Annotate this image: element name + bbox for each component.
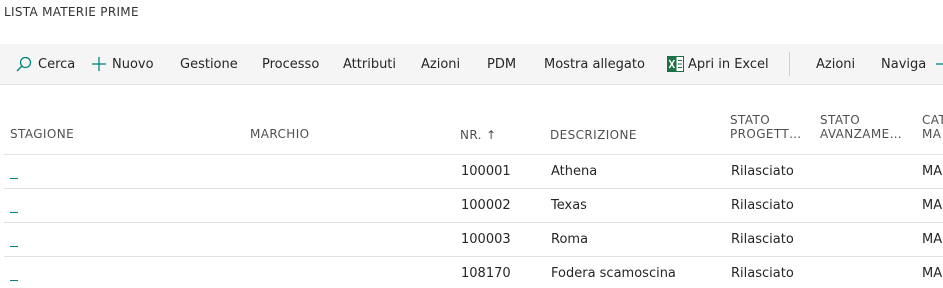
menu-actions[interactable]: Azioni xyxy=(421,44,460,84)
column-header-number[interactable]: NR. ↑ xyxy=(460,128,497,142)
column-header-description[interactable]: DESCRIZIONE xyxy=(550,128,637,142)
cell-description: Texas xyxy=(551,198,587,213)
column-header-season[interactable]: STAGIONE xyxy=(10,127,74,141)
column-header-progress-status-line2: AVANZAME… xyxy=(820,127,903,141)
cell-category: MA xyxy=(922,198,943,213)
column-header-category-line2: MA xyxy=(922,127,942,141)
menu-attributes[interactable]: Attributi xyxy=(343,44,396,84)
column-header-project-status-line1: STATO xyxy=(730,113,771,127)
season-empty-marker[interactable] xyxy=(10,212,18,213)
overflow-icon xyxy=(936,63,943,65)
row-divider xyxy=(4,188,943,189)
cell-project-status: Rilasciato xyxy=(731,232,794,247)
cell-category: MA xyxy=(922,232,943,247)
more-overflow-button[interactable] xyxy=(936,44,943,84)
column-header-project-status[interactable]: STATO PROGETT… xyxy=(730,113,802,141)
plus-icon xyxy=(92,57,106,71)
search-label: Cerca xyxy=(38,56,76,72)
new-label: Nuovo xyxy=(112,56,154,72)
row-divider xyxy=(4,256,943,257)
menu-actions-secondary[interactable]: Azioni xyxy=(816,44,855,84)
season-empty-marker[interactable] xyxy=(10,178,18,179)
cell-number[interactable]: 100001 xyxy=(461,164,511,179)
show-attachment-button[interactable]: Mostra allegato xyxy=(544,44,645,84)
column-header-project-status-line2: PROGETT… xyxy=(730,127,802,141)
action-bar: Cerca Nuovo Gestione Processo Attributi … xyxy=(0,44,943,85)
open-in-excel-label: Apri in Excel xyxy=(688,56,769,72)
search-icon xyxy=(16,56,32,72)
header-divider xyxy=(4,154,943,155)
cell-number[interactable]: 100003 xyxy=(461,232,511,247)
menu-manage[interactable]: Gestione xyxy=(180,44,238,84)
page-title: LISTA MATERIE PRIME xyxy=(4,5,139,19)
cell-description: Athena xyxy=(551,164,598,179)
column-header-brand[interactable]: MARCHIO xyxy=(250,127,310,141)
column-header-category[interactable]: CAT MA xyxy=(922,113,943,141)
cell-project-status: Rilasciato xyxy=(731,164,794,179)
new-button[interactable]: Nuovo xyxy=(91,44,154,84)
cell-project-status: Rilasciato xyxy=(731,266,794,281)
column-header-category-line1: CAT xyxy=(922,113,943,127)
menu-process[interactable]: Processo xyxy=(262,44,319,84)
column-header-progress-status-line1: STATO xyxy=(820,113,861,127)
cell-description: Fodera scamoscina xyxy=(551,266,676,281)
cell-number[interactable]: 100002 xyxy=(461,198,511,213)
row-divider xyxy=(4,222,943,223)
column-header-progress-status[interactable]: STATO AVANZAME… xyxy=(820,113,902,141)
open-in-excel-button[interactable]: Apri in Excel xyxy=(667,44,769,84)
season-empty-marker[interactable] xyxy=(10,280,18,281)
excel-icon xyxy=(667,56,684,72)
season-empty-marker[interactable] xyxy=(10,246,18,247)
cell-project-status: Rilasciato xyxy=(731,198,794,213)
menu-navigate[interactable]: Naviga xyxy=(881,44,926,84)
cell-number[interactable]: 108170 xyxy=(461,266,511,281)
menu-pdm[interactable]: PDM xyxy=(487,44,516,84)
search-button[interactable]: Cerca xyxy=(15,44,75,84)
cell-description: Roma xyxy=(551,232,589,247)
cell-category: MA xyxy=(922,164,943,179)
cell-category: MA xyxy=(922,266,943,281)
toolbar-separator xyxy=(789,52,790,76)
